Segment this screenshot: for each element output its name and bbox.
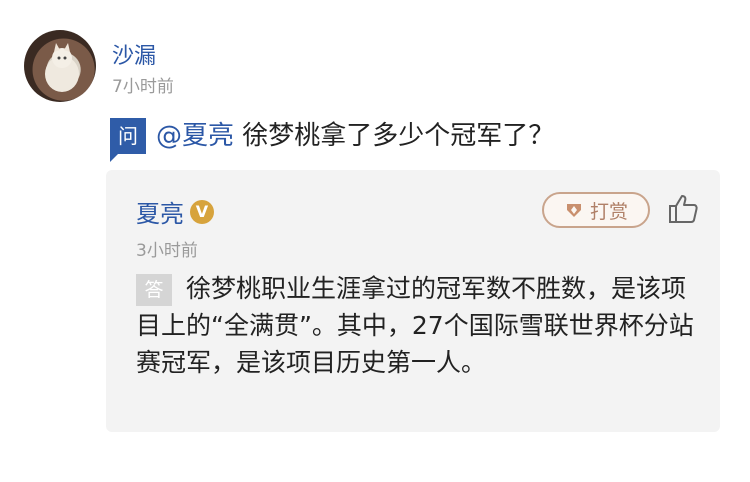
question-body: 徐梦桃拿了多少个冠军了？ — [234, 121, 555, 151]
avatar[interactable] — [24, 30, 96, 102]
thumbs-up-icon[interactable] — [666, 192, 700, 226]
answerer-name[interactable]: 夏亮 — [136, 194, 184, 229]
post-time: 7小时前 — [112, 77, 174, 97]
verified-badge: V — [190, 199, 214, 224]
tip-button[interactable]: 打赏 — [542, 192, 650, 228]
answerer: 夏亮 V — [136, 194, 214, 229]
mention-link[interactable]: @夏亮 — [156, 121, 234, 151]
cat-photo-avatar — [45, 43, 79, 92]
answer-card: 夏亮 V 打赏 3小时前 答 徐梦桃职业生涯拿过的冠军数不胜数，是该项目上的“全… — [106, 170, 720, 432]
question-text: @夏亮 徐梦桃拿了多少个冠军了？ — [156, 118, 554, 154]
user-name[interactable]: 沙漏 — [112, 38, 156, 70]
answer-time: 3小时前 — [136, 241, 198, 261]
ask-badge: 问 — [110, 118, 146, 162]
answer-text: 徐梦桃职业生涯拿过的冠军数不胜数，是该项目上的“全满贯”。其中，27个国际雪联世… — [136, 274, 694, 377]
tip-label: 打赏 — [589, 200, 628, 223]
coin-tip-icon — [566, 204, 581, 217]
